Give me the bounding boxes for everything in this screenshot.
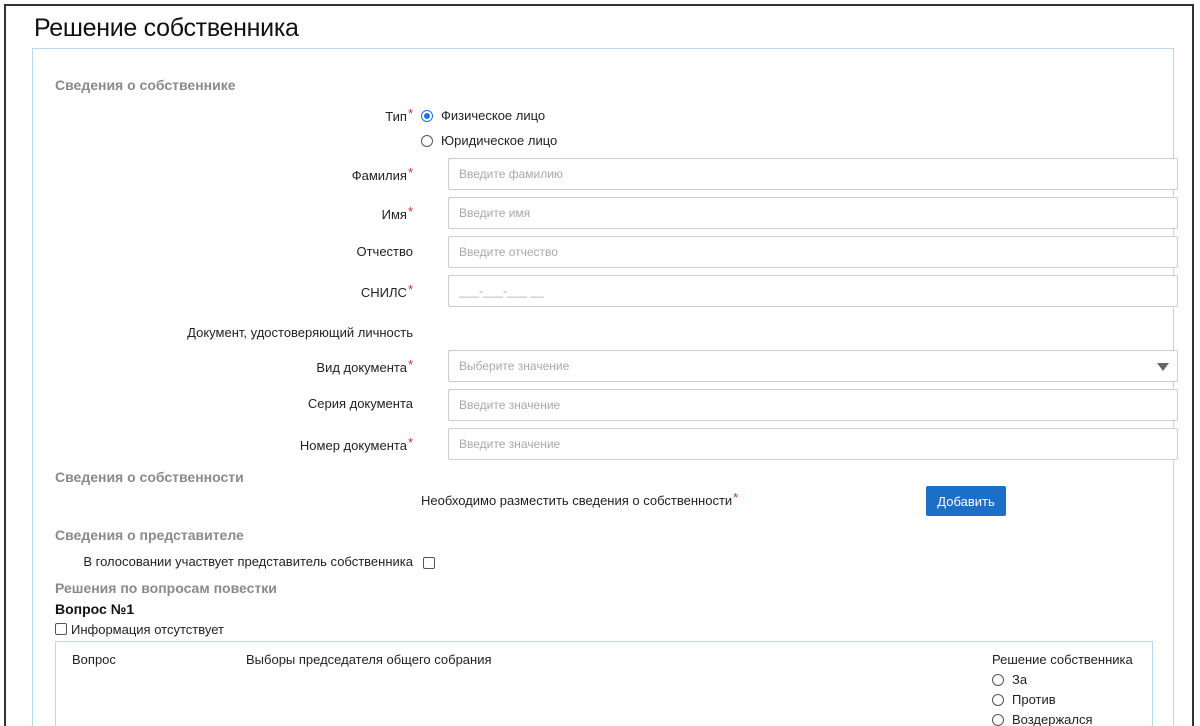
decision-option-for[interactable]: За (992, 672, 1027, 687)
section-title-owner: Сведения о собственнике (55, 77, 236, 93)
radio-abstain[interactable] (992, 713, 1004, 726)
patronymic-label: Отчество (356, 244, 413, 259)
name-input[interactable] (448, 197, 1178, 229)
type-option-individual[interactable]: Физическое лицо (421, 108, 545, 123)
doc-series-input[interactable] (448, 389, 1178, 421)
question-title: Вопрос №1 (55, 601, 135, 617)
representative-checkbox-label: В голосовании участвует представитель со… (83, 554, 413, 569)
doc-type-select[interactable]: Выберите значение (448, 350, 1178, 382)
radio-legal[interactable] (421, 134, 433, 147)
question-column-label: Вопрос (72, 652, 116, 667)
snils-label: СНИЛС* (360, 282, 413, 300)
radio-individual[interactable] (421, 109, 433, 122)
radio-against[interactable] (992, 693, 1004, 706)
decision-option-against[interactable]: Против (992, 692, 1056, 707)
question-text: Выборы председателя общего собрания (246, 652, 492, 667)
section-title-agenda: Решения по вопросам повестки (55, 580, 277, 596)
window-frame: Решение собственника Сведения о собствен… (4, 4, 1194, 726)
no-info-checkbox[interactable] (55, 623, 67, 635)
doc-number-label: Номер документа* (299, 435, 413, 453)
identity-doc-heading: Документ, удостоверяющий личность (187, 325, 413, 340)
section-title-property: Сведения о собственности (55, 469, 244, 485)
doc-series-label: Серия документа (307, 396, 413, 411)
property-required-note: Необходимо разместить сведения о собстве… (421, 490, 739, 508)
question-card: Вопрос Выборы председателя общего собран… (55, 641, 1153, 726)
decision-column-label: Решение собственника (992, 652, 1133, 667)
chevron-down-icon (1157, 363, 1169, 371)
representative-checkbox[interactable] (423, 557, 435, 569)
page-title: Решение собственника (34, 14, 299, 42)
doc-type-label: Вид документа* (316, 357, 413, 375)
required-mark: * (407, 106, 413, 121)
owner-decision-form: Сведения о собственнике Тип* Физическое … (32, 48, 1178, 726)
add-property-button[interactable]: Добавить (926, 486, 1006, 516)
type-option-legal[interactable]: Юридическое лицо (421, 133, 557, 148)
doc-number-input[interactable] (448, 428, 1178, 460)
patronymic-input[interactable] (448, 236, 1178, 268)
name-label: Имя* (381, 204, 413, 222)
section-title-representative: Сведения о представителе (55, 527, 244, 543)
no-info-label: Информация отсутствует (71, 622, 224, 637)
surname-input[interactable] (448, 158, 1178, 190)
decision-option-abstain[interactable]: Воздержался (992, 712, 1093, 726)
snils-input[interactable] (448, 275, 1178, 307)
type-label: Тип* (385, 106, 413, 124)
surname-label: Фамилия* (351, 165, 413, 183)
radio-for[interactable] (992, 673, 1004, 686)
